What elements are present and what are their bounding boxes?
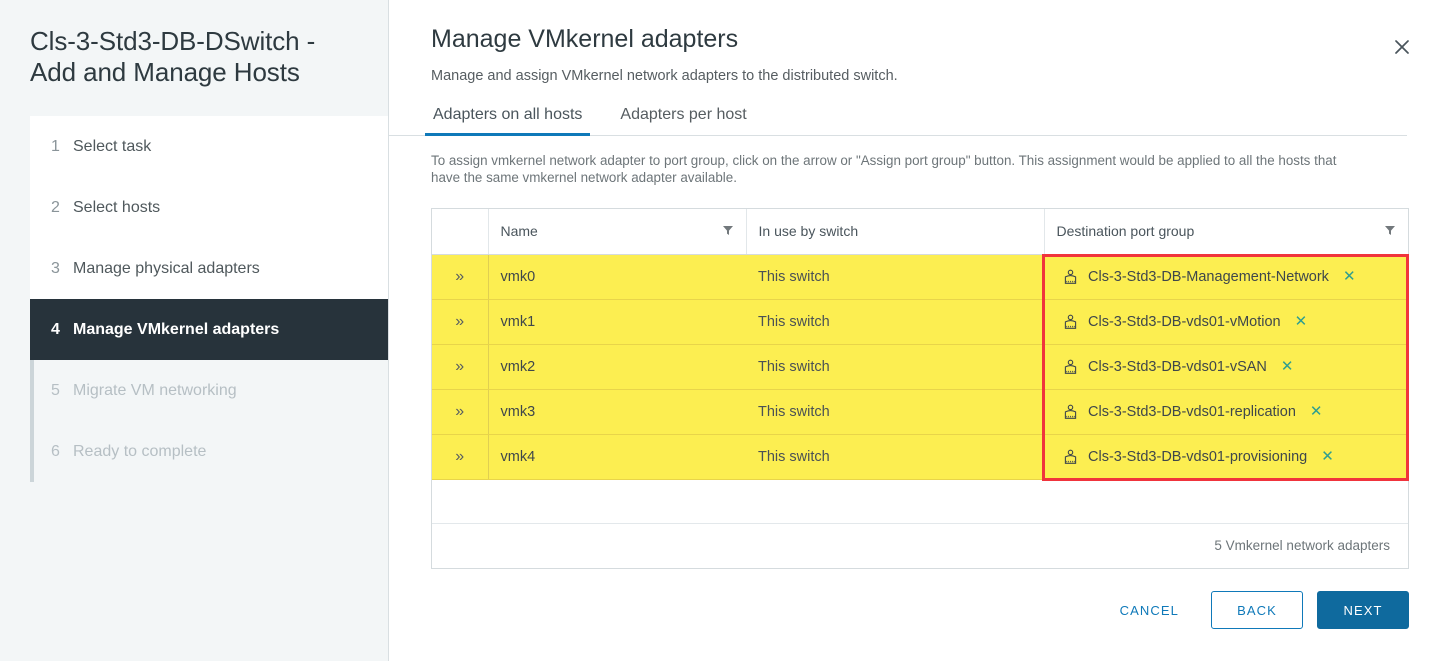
table-footer-count: 5 Vmkernel network adapters [432, 523, 1408, 568]
port-group-label: Cls-3-Std3-DB-vds01-provisioning [1088, 448, 1308, 465]
port-group-icon [1062, 403, 1079, 420]
column-header-name: Name [487, 209, 746, 255]
empty-cell [432, 479, 488, 524]
page-subtitle: Manage and assign VMkernel network adapt… [431, 68, 898, 84]
assign-port-group-arrow[interactable]: » [432, 434, 488, 480]
table-header-row: Name In use by switch Destination port g… [432, 209, 1408, 255]
port-group-label: Cls-3-Std3-DB-vds01-vSAN [1088, 358, 1267, 375]
tab-bar: Adapters on all hosts Adapters per host [389, 102, 1407, 136]
table-row[interactable]: » vmk3 This switch Cls-3-Std3-DB-vds01-r… [432, 389, 1408, 435]
add-and-manage-hosts-wizard: Cls-3-Std3-DB-DSwitch - Add and Manage H… [0, 0, 1439, 661]
cell-in-use-by-switch: This switch [746, 299, 1044, 345]
port-group-icon [1062, 313, 1079, 330]
empty-cell [488, 479, 746, 524]
assign-port-group-arrow[interactable]: » [432, 299, 488, 345]
cell-destination-port-group: Cls-3-Std3-DB-vds01-vMotion ✕ [1044, 299, 1408, 345]
remove-port-group-icon[interactable]: ✕ [1321, 449, 1334, 464]
cancel-button[interactable]: CANCEL [1098, 591, 1201, 629]
cell-adapter-name: vmk3 [487, 389, 746, 435]
table-body: » vmk0 This switch Cls-3-Std3-DB-Managem… [432, 254, 1408, 568]
cell-in-use-by-switch: This switch [746, 254, 1044, 300]
table-row[interactable]: » vmk4 This switch Cls-3-Std3-DB-vds01-p… [432, 434, 1408, 480]
step-label: Select hosts [73, 198, 161, 216]
cell-destination-port-group: Cls-3-Std3-DB-vds01-vSAN ✕ [1044, 344, 1408, 390]
port-group-icon [1062, 268, 1079, 285]
cell-in-use-by-switch: This switch [746, 434, 1044, 480]
column-header-name-label: Name [500, 223, 538, 240]
sidebar-step-select-hosts[interactable]: 2 Select hosts [30, 177, 388, 238]
sidebar-step-select-task[interactable]: 1 Select task [30, 116, 388, 177]
wizard-main-panel: Manage VMkernel adapters Manage and assi… [389, 0, 1439, 661]
cell-adapter-name: vmk0 [487, 254, 746, 300]
remove-port-group-icon[interactable]: ✕ [1281, 359, 1294, 374]
tab-adapters-per-host[interactable]: Adapters per host [612, 102, 754, 135]
column-header-destination-port-group-label: Destination port group [1056, 223, 1195, 240]
wizard-button-bar: CANCEL BACK NEXT [1098, 591, 1409, 629]
cell-adapter-name: vmk2 [487, 344, 746, 390]
table-row[interactable]: » vmk2 This switch Cls-3-Std3-DB-vds01-v… [432, 344, 1408, 390]
table-footer-row: 5 Vmkernel network adapters [432, 523, 1408, 568]
step-label: Manage physical adapters [73, 259, 260, 277]
port-group-icon [1062, 358, 1079, 375]
vmkernel-adapters-table-wrapper: Name In use by switch Destination port g… [431, 208, 1409, 569]
empty-cell [1044, 479, 1408, 524]
remove-port-group-icon[interactable]: ✕ [1310, 404, 1323, 419]
cell-adapter-name: vmk1 [487, 299, 746, 345]
column-header-in-use-by-switch: In use by switch [745, 209, 1044, 255]
table-row[interactable]: » vmk0 This switch Cls-3-Std3-DB-Managem… [432, 254, 1408, 300]
cell-adapter-name: vmk4 [487, 434, 746, 480]
sidebar-step-manage-vmkernel-adapters[interactable]: 4 Manage VMkernel adapters [30, 299, 388, 360]
step-number: 3 [51, 259, 60, 277]
step-number: 1 [51, 137, 60, 155]
remove-port-group-icon[interactable]: ✕ [1295, 314, 1308, 329]
port-group-label: Cls-3-Std3-DB-vds01-replication [1088, 403, 1296, 420]
next-button[interactable]: NEXT [1317, 591, 1409, 629]
assign-port-group-arrow[interactable]: » [432, 254, 488, 300]
table-row[interactable]: » vmk1 This switch Cls-3-Std3-DB-vds01-v… [432, 299, 1408, 345]
cell-destination-port-group: Cls-3-Std3-DB-Management-Network ✕ [1044, 254, 1408, 300]
filter-icon[interactable] [722, 223, 734, 239]
port-group-label: Cls-3-Std3-DB-Management-Network [1088, 268, 1329, 285]
column-header-in-use-by-switch-label: In use by switch [758, 223, 859, 240]
table-empty-row [432, 479, 1408, 524]
step-label: Migrate VM networking [73, 381, 237, 399]
assign-port-group-arrow[interactable]: » [432, 344, 488, 390]
assign-port-group-arrow[interactable]: » [432, 389, 488, 435]
wizard-title: Cls-3-Std3-DB-DSwitch - Add and Manage H… [30, 26, 316, 87]
back-button[interactable]: BACK [1211, 591, 1303, 629]
instructions-text: To assign vmkernel network adapter to po… [431, 153, 1337, 185]
cell-in-use-by-switch: This switch [746, 344, 1044, 390]
cell-in-use-by-switch: This switch [746, 389, 1044, 435]
cell-destination-port-group: Cls-3-Std3-DB-vds01-replication ✕ [1044, 389, 1408, 435]
column-header-expand [432, 209, 488, 255]
cell-destination-port-group: Cls-3-Std3-DB-vds01-provisioning ✕ [1044, 434, 1408, 480]
remove-port-group-icon[interactable]: ✕ [1343, 269, 1356, 284]
filter-icon[interactable] [1384, 223, 1396, 239]
table-header: Name In use by switch Destination port g… [432, 209, 1408, 255]
wizard-sidebar: Cls-3-Std3-DB-DSwitch - Add and Manage H… [0, 0, 389, 661]
sidebar-step-ready-to-complete[interactable]: 6 Ready to complete [30, 421, 388, 482]
step-number: 4 [51, 320, 60, 338]
empty-cell [746, 479, 1044, 524]
column-header-destination-port-group: Destination port group [1043, 209, 1408, 255]
step-number: 6 [51, 442, 60, 460]
vmkernel-adapters-table: Name In use by switch Destination port g… [432, 209, 1408, 568]
port-group-label: Cls-3-Std3-DB-vds01-vMotion [1088, 313, 1281, 330]
page-title: Manage VMkernel adapters [431, 25, 739, 53]
step-label: Select task [73, 137, 152, 155]
sidebar-step-manage-physical-adapters[interactable]: 3 Manage physical adapters [30, 238, 388, 299]
port-group-icon [1062, 448, 1079, 465]
step-label: Ready to complete [73, 442, 207, 460]
step-number: 2 [51, 198, 60, 216]
sidebar-step-migrate-vm-networking[interactable]: 5 Migrate VM networking [30, 360, 388, 421]
step-number: 5 [51, 381, 60, 399]
wizard-steps: 1 Select task 2 Select hosts 3 Manage ph… [0, 116, 388, 482]
step-label: Manage VMkernel adapters [73, 320, 280, 338]
tab-adapters-on-all-hosts[interactable]: Adapters on all hosts [425, 102, 591, 136]
close-icon[interactable] [1385, 30, 1419, 64]
